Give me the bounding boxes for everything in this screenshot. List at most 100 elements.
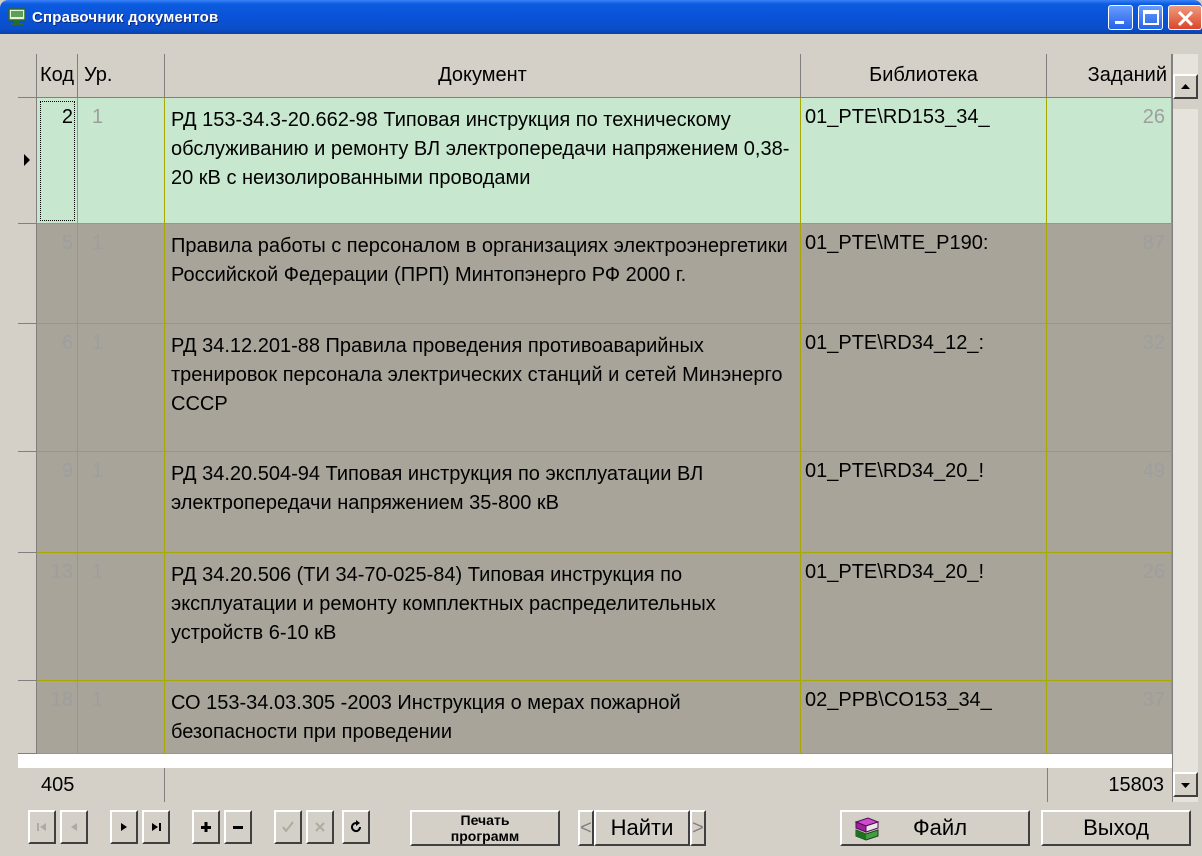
file-button[interactable]: Файл <box>840 810 1030 846</box>
cell-document[interactable]: РД 153-34.3-20.662-98 Типовая инструкция… <box>165 98 801 224</box>
app-icon <box>8 8 26 25</box>
close-icon <box>1177 10 1194 27</box>
search-prev-label: < <box>580 816 592 839</box>
row-indicator[interactable] <box>18 98 37 224</box>
scroll-down-button[interactable] <box>1173 772 1198 797</box>
cell-library[interactable]: 01_PTE\RD34_12_: <box>801 324 1047 452</box>
print-programs-button[interactable]: Печать программ <box>410 810 560 846</box>
search-button[interactable]: Найти <box>594 810 690 846</box>
cell-library[interactable]: 01_PTE\RD34_20_! <box>801 553 1047 681</box>
cell-library[interactable]: 02_PPB\CO153_34_ <box>801 681 1047 754</box>
scroll-thumb[interactable] <box>1173 99 1198 109</box>
indicator-column-header <box>18 54 37 98</box>
cell-tasks[interactable]: 87 <box>1047 224 1172 324</box>
refresh-icon <box>351 820 362 833</box>
cell-tasks[interactable]: 26 <box>1047 98 1172 224</box>
vertical-scrollbar[interactable] <box>1172 54 1198 802</box>
document-directory-window: Справочник документов Код Ур. Документ Б… <box>0 0 1202 856</box>
cell-ur[interactable]: 1 <box>78 98 165 224</box>
next-record-button[interactable] <box>110 810 138 844</box>
cell-document[interactable]: СО 153-34.03.305 -2003 Инструкция о мера… <box>165 681 801 754</box>
row-indicator[interactable] <box>18 452 37 553</box>
column-header-kod[interactable]: Код <box>37 54 78 98</box>
minus-icon <box>233 826 243 829</box>
cell-kod[interactable]: 2 <box>37 98 78 224</box>
cell-kod[interactable]: 6 <box>37 324 78 452</box>
db-navigator <box>18 810 383 846</box>
cell-kod[interactable]: 18 <box>37 681 78 754</box>
table-row[interactable]: 2 1 РД 153-34.3-20.662-98 Типовая инстру… <box>18 98 1172 224</box>
first-record-button[interactable] <box>28 810 56 844</box>
documents-grid[interactable]: Код Ур. Документ Библиотека Заданий 2 1 … <box>18 54 1172 788</box>
toolbar: Печать программ < Найти > Файл Выход <box>18 810 1198 850</box>
books-icon <box>854 817 880 841</box>
insert-record-button[interactable] <box>192 810 220 844</box>
cell-document[interactable]: РД 34.12.201-88 Правила проведения проти… <box>165 324 801 452</box>
cell-library[interactable]: 01_PTE\RD34_20_! <box>801 452 1047 553</box>
column-header-document[interactable]: Документ <box>165 54 801 98</box>
first-record-icon <box>37 823 46 831</box>
row-indicator[interactable] <box>18 324 37 452</box>
last-record-button[interactable] <box>142 810 170 844</box>
print-label-line1: Печать <box>460 812 510 828</box>
scroll-up-button[interactable] <box>1173 74 1198 99</box>
row-indicator[interactable] <box>18 224 37 324</box>
table-row[interactable]: 9 1 РД 34.20.504-94 Типовая инструкция п… <box>18 452 1172 553</box>
cell-kod[interactable]: 13 <box>37 553 78 681</box>
cell-ur[interactable]: 1 <box>78 681 165 754</box>
minimize-button[interactable] <box>1108 5 1133 30</box>
search-next-button[interactable]: > <box>690 810 706 846</box>
prior-record-icon <box>71 823 77 831</box>
cell-tasks[interactable]: 26 <box>1047 553 1172 681</box>
prior-record-button[interactable] <box>60 810 88 844</box>
column-header-library[interactable]: Библиотека <box>801 54 1047 98</box>
current-row-pointer-icon <box>24 154 30 166</box>
title-bar[interactable]: Справочник документов <box>0 0 1202 34</box>
minimize-icon <box>1115 21 1124 24</box>
cell-ur[interactable]: 1 <box>78 224 165 324</box>
cell-kod[interactable]: 9 <box>37 452 78 553</box>
tasks-total: 15803 <box>1047 768 1172 802</box>
table-row[interactable]: 18 1 СО 153-34.03.305 -2003 Инструкция о… <box>18 681 1172 754</box>
exit-button[interactable]: Выход <box>1041 810 1191 846</box>
cell-ur[interactable]: 1 <box>78 324 165 452</box>
table-row[interactable]: 13 1 РД 34.20.506 (ТИ 34-70-025-84) Типо… <box>18 553 1172 681</box>
table-row[interactable]: 5 1 Правила работы с персоналом в органи… <box>18 224 1172 324</box>
cell-document[interactable]: РД 34.20.506 (ТИ 34-70-025-84) Типовая и… <box>165 553 801 681</box>
search-prev-button[interactable]: < <box>578 810 594 846</box>
column-header-tasks[interactable]: Заданий <box>1047 54 1172 98</box>
close-button[interactable] <box>1168 5 1202 30</box>
arrow-up-icon <box>1181 84 1190 89</box>
plus-icon <box>201 822 211 832</box>
cancel-edit-button[interactable] <box>306 810 334 844</box>
delete-record-button[interactable] <box>224 810 252 844</box>
cell-kod[interactable]: 5 <box>37 224 78 324</box>
maximize-button[interactable] <box>1138 5 1163 30</box>
row-indicator[interactable] <box>18 553 37 681</box>
cell-document[interactable]: РД 34.20.504-94 Типовая инструкция по эк… <box>165 452 801 553</box>
cell-document[interactable]: Правила работы с персоналом в организаци… <box>165 224 801 324</box>
post-edit-button[interactable] <box>274 810 302 844</box>
next-record-icon <box>121 823 127 831</box>
file-label: Файл <box>912 815 968 840</box>
refresh-button[interactable] <box>342 810 370 844</box>
maximize-icon <box>1143 10 1159 25</box>
cell-tasks[interactable]: 49 <box>1047 452 1172 553</box>
cell-tasks[interactable]: 32 <box>1047 324 1172 452</box>
cell-ur[interactable]: 1 <box>78 553 165 681</box>
last-record-icon <box>152 823 161 831</box>
cell-library[interactable]: 01_PTE\MTE_P190: <box>801 224 1047 324</box>
grid-footer: 405 15803 <box>18 768 1172 802</box>
search-next-label: > <box>692 816 704 839</box>
table-row[interactable]: 6 1 РД 34.12.201-88 Правила проведения п… <box>18 324 1172 452</box>
column-header-ur[interactable]: Ур. <box>78 54 165 98</box>
cell-ur[interactable]: 1 <box>78 452 165 553</box>
checkmark-icon <box>282 821 294 833</box>
cell-library[interactable]: 01_PTE\RD153_34_ <box>801 98 1047 224</box>
arrow-down-icon <box>1181 783 1190 788</box>
print-label-line2: программ <box>450 828 520 844</box>
cancel-icon <box>315 822 325 832</box>
cell-tasks[interactable]: 37 <box>1047 681 1172 754</box>
window-title: Справочник документов <box>32 9 219 26</box>
row-indicator[interactable] <box>18 681 37 754</box>
